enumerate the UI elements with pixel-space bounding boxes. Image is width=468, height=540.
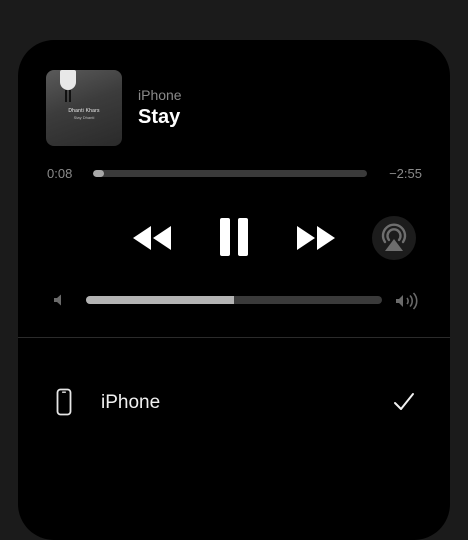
- device-row-iphone[interactable]: iPhone: [18, 380, 450, 424]
- pause-icon: [220, 218, 248, 256]
- remaining-time: −2:55: [389, 166, 422, 181]
- rewind-icon: [133, 226, 171, 250]
- pause-button[interactable]: [214, 214, 254, 260]
- elapsed-time: 0:08: [47, 166, 73, 181]
- iphone-icon: [56, 388, 72, 416]
- artwork-subtitle-text: Stay Dhanti: [73, 115, 95, 120]
- fast-forward-button[interactable]: [292, 220, 338, 256]
- device-label: iPhone: [101, 392, 161, 413]
- artwork-figure: [60, 70, 76, 90]
- checkmark-icon: [394, 393, 414, 410]
- airplay-audio-icon: [381, 223, 407, 251]
- playback-scrubber[interactable]: [93, 170, 367, 177]
- scrubber-fill: [93, 170, 104, 177]
- section-divider: [18, 337, 450, 338]
- airplay-button[interactable]: [372, 216, 416, 260]
- now-playing-panel: Dhanti Khars Stay Dhanti iPhone Stay 0:0…: [18, 40, 450, 540]
- volume-fill: [86, 296, 234, 304]
- artwork-title-text: Dhanti Khars: [68, 108, 100, 114]
- volume-slider[interactable]: [86, 296, 382, 304]
- fast-forward-icon: [297, 226, 335, 250]
- speaker-low-icon: [51, 292, 67, 308]
- track-title: Stay: [138, 106, 181, 128]
- speaker-high-icon: [394, 292, 422, 310]
- playback-source-label: iPhone: [138, 87, 182, 103]
- artwork-figure-legs: [65, 90, 71, 102]
- album-artwork[interactable]: Dhanti Khars Stay Dhanti: [46, 70, 122, 146]
- rewind-button[interactable]: [130, 220, 176, 256]
